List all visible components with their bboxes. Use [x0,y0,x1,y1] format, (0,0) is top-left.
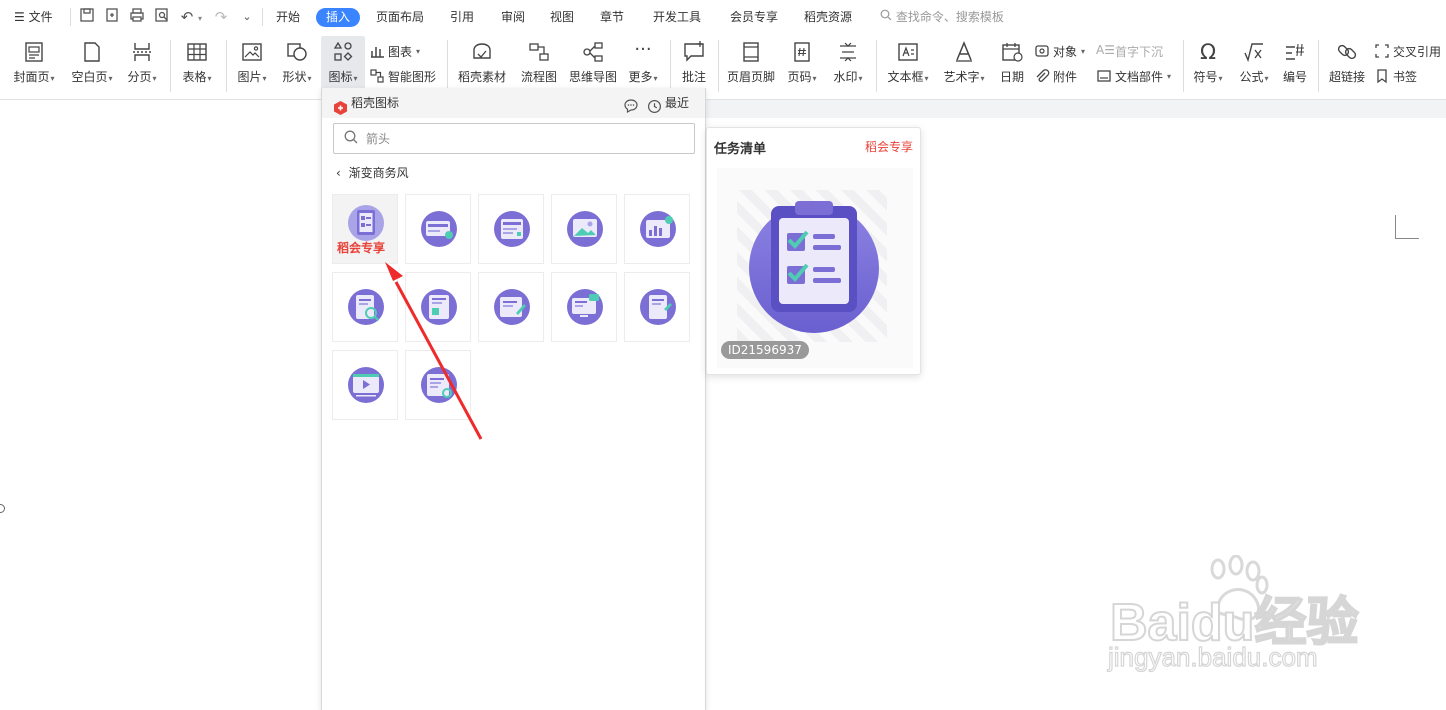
baidu-jingyan-watermark: Baidu经验 jingyan.baidu.com [1100,554,1370,675]
watermark-url: jingyan.baidu.com [1107,641,1318,672]
